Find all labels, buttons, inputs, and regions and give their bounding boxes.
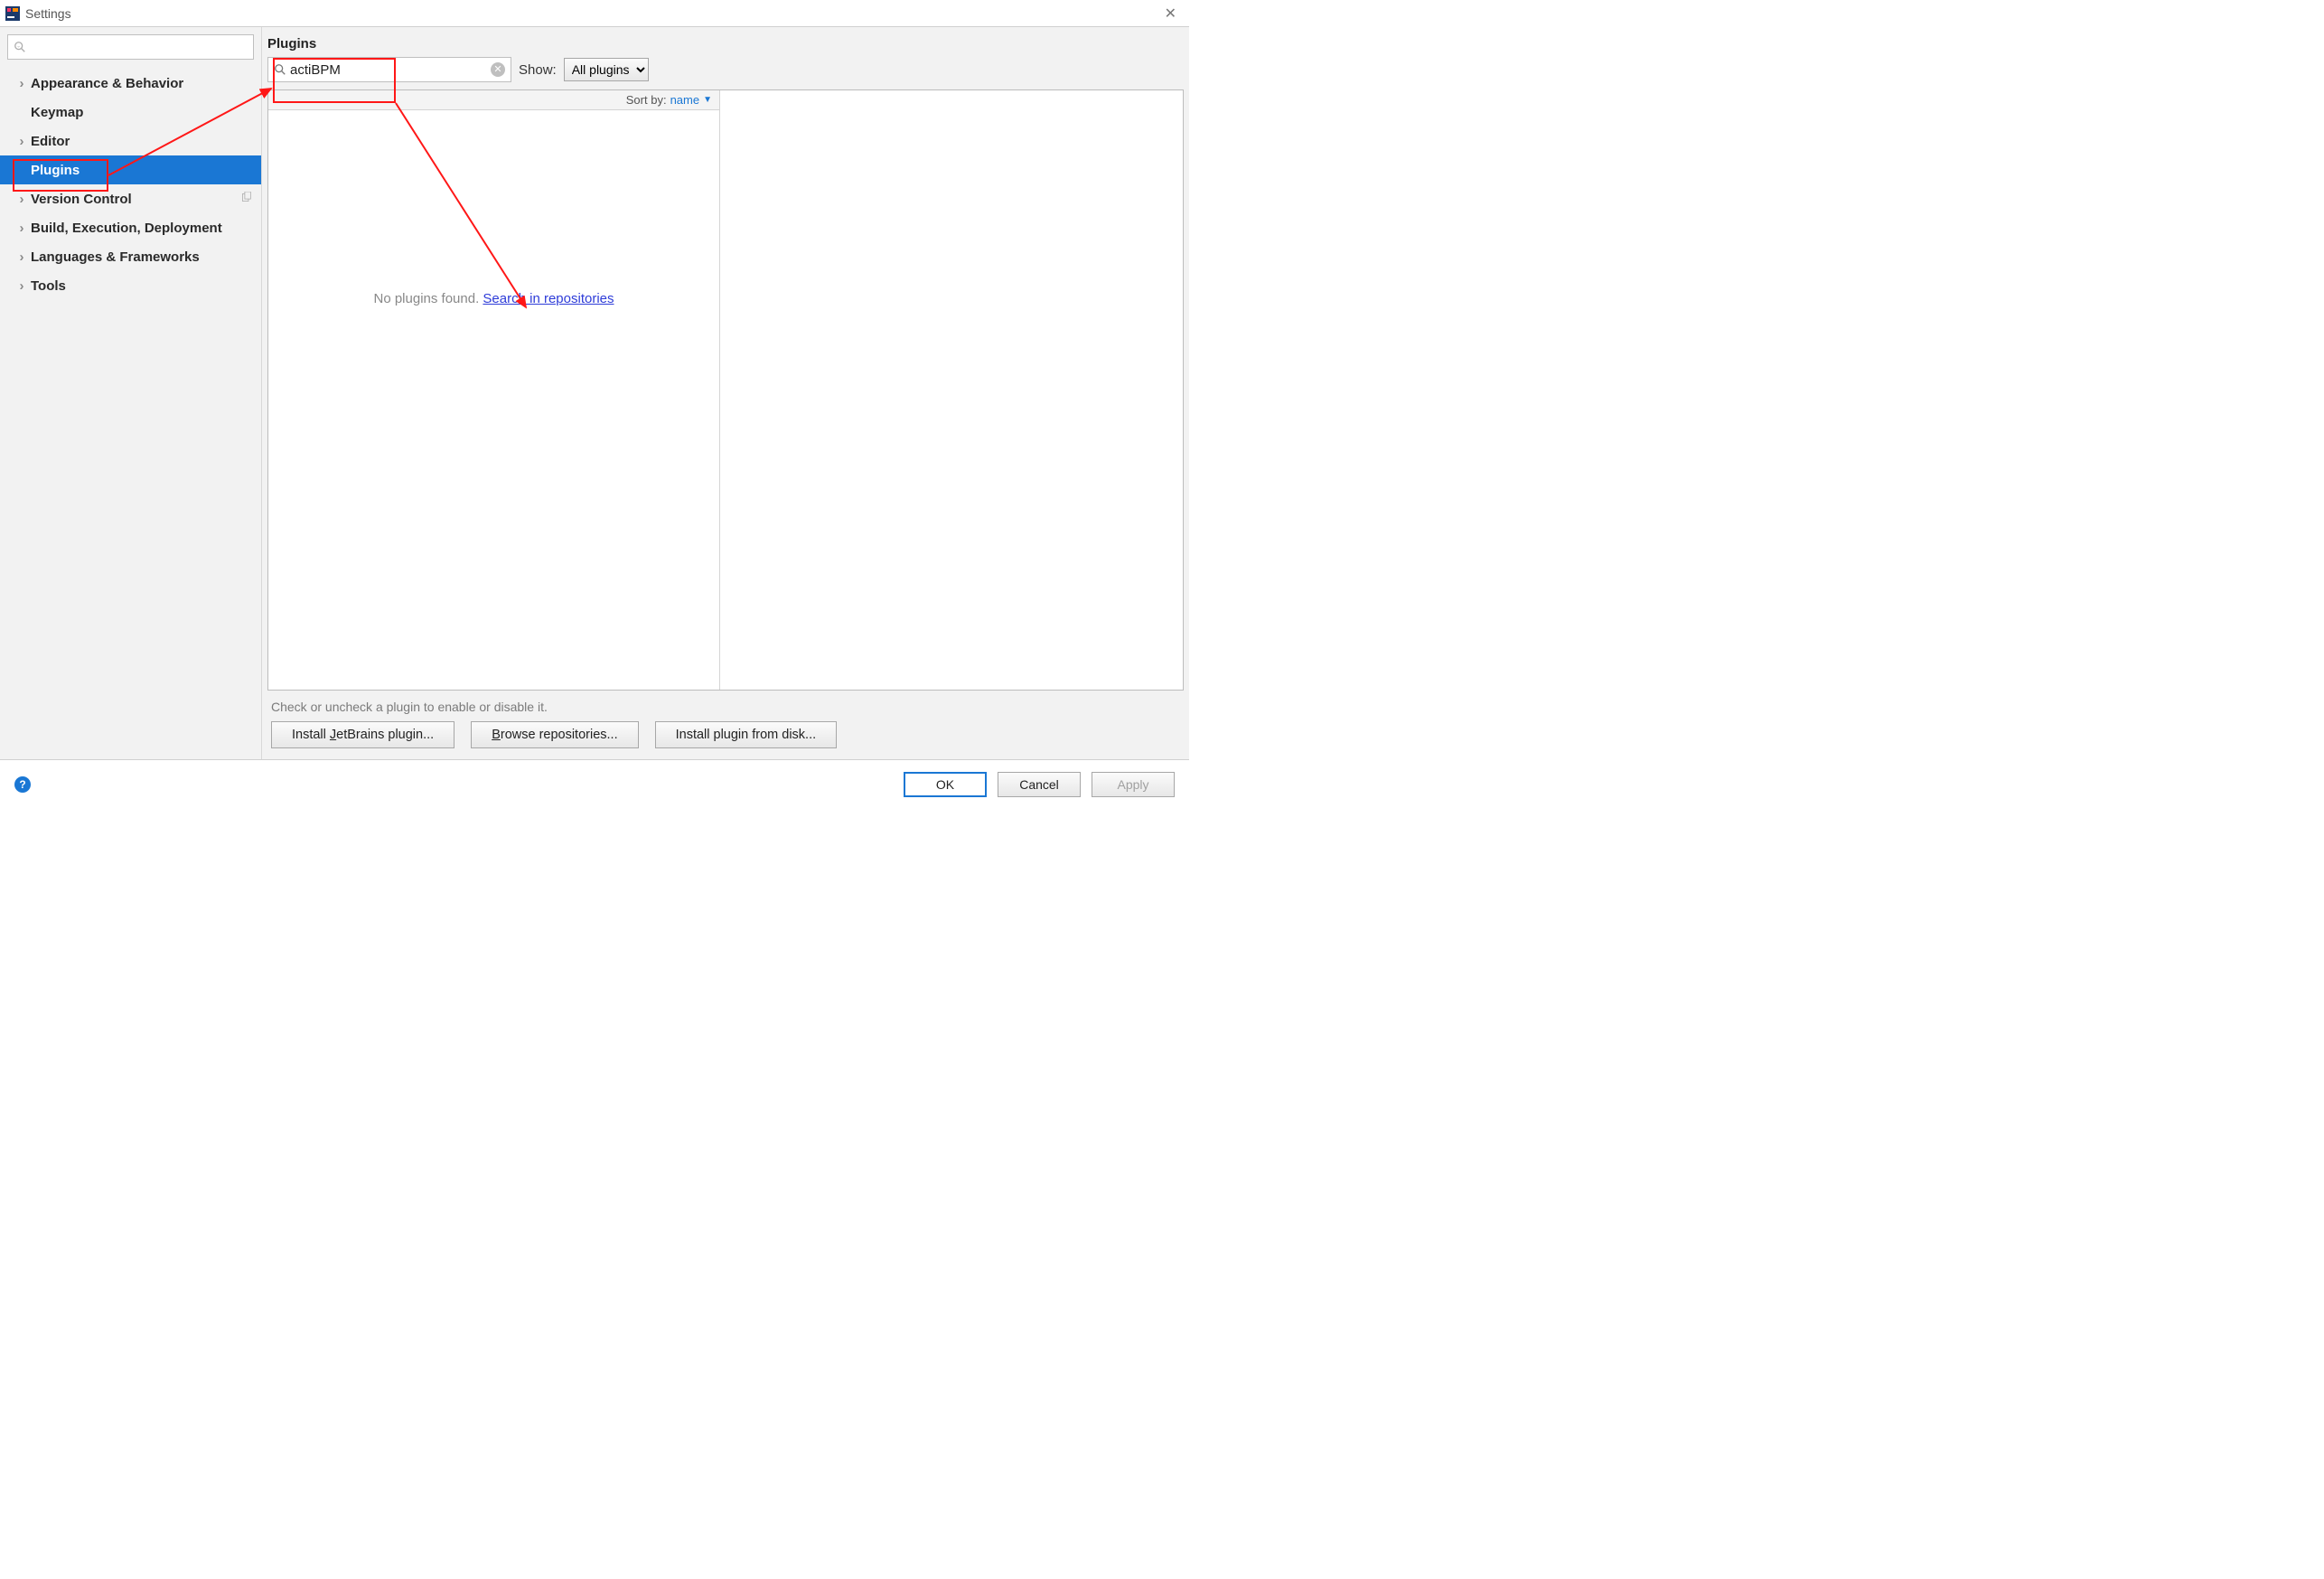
show-filter-select[interactable]: All plugins: [564, 58, 649, 81]
tree-item-label: Plugins: [31, 163, 80, 178]
search-icon: [274, 63, 286, 76]
tree-item-label: Version Control: [31, 192, 132, 207]
show-label: Show:: [519, 62, 557, 78]
plugin-search[interactable]: ✕: [267, 57, 511, 82]
window-title: Settings: [25, 6, 71, 21]
install-jetbrains-button[interactable]: Install JetBrains plugin...: [271, 721, 454, 748]
tree-item-label: Build, Execution, Deployment: [31, 221, 222, 236]
search-repositories-link[interactable]: Search in repositories: [483, 291, 614, 306]
tree-item-build[interactable]: › Build, Execution, Deployment: [0, 213, 261, 242]
tree-item-editor[interactable]: › Editor: [0, 127, 261, 155]
tree-item-keymap[interactable]: Keymap: [0, 98, 261, 127]
chevron-right-icon: ›: [16, 76, 27, 91]
dialog-footer: ? OK Cancel Apply: [0, 759, 1189, 809]
page-title: Plugins: [262, 27, 1189, 55]
plugin-search-input[interactable]: [290, 62, 491, 78]
tree-item-label: Languages & Frameworks: [31, 249, 200, 265]
plugin-list: Sort by: name ▼ No plugins found. Search…: [268, 90, 720, 690]
apply-button[interactable]: Apply: [1092, 772, 1175, 797]
chevron-right-icon: ›: [16, 278, 27, 294]
settings-main: Plugins ✕ Show: All plugins Sort by: nam…: [262, 27, 1189, 759]
tree-item-label: Tools: [31, 278, 66, 294]
settings-sidebar: › Appearance & Behavior Keymap › Editor …: [0, 27, 262, 759]
browse-repositories-button[interactable]: Browse repositories...: [471, 721, 638, 748]
tree-item-tools[interactable]: › Tools: [0, 271, 261, 300]
plugin-list-panel: Sort by: name ▼ No plugins found. Search…: [267, 89, 1184, 691]
tree-item-version-control[interactable]: › Version Control: [0, 184, 261, 213]
empty-text: No plugins found.: [374, 291, 480, 306]
sort-value: name: [670, 93, 700, 107]
tree-item-languages[interactable]: › Languages & Frameworks: [0, 242, 261, 271]
tree-item-label: Appearance & Behavior: [31, 76, 183, 91]
chevron-right-icon: ›: [16, 192, 27, 207]
tree-item-label: Keymap: [31, 105, 83, 120]
install-from-disk-button[interactable]: Install plugin from disk...: [655, 721, 838, 748]
app-icon: [5, 6, 20, 21]
chevron-right-icon: ›: [16, 249, 27, 265]
plugin-detail: [720, 90, 1183, 690]
clear-search-icon[interactable]: ✕: [491, 62, 505, 77]
titlebar: Settings ✕: [0, 0, 1189, 27]
plugins-toolbar: ✕ Show: All plugins: [262, 55, 1189, 89]
tree-item-label: Editor: [31, 134, 70, 149]
sidebar-search[interactable]: [7, 34, 254, 60]
chevron-right-icon: ›: [16, 221, 27, 236]
chevron-down-icon: ▼: [703, 95, 712, 105]
sidebar-search-input[interactable]: [30, 41, 248, 54]
search-icon: [14, 41, 26, 53]
close-icon[interactable]: ✕: [1157, 5, 1184, 23]
empty-message: No plugins found. Search in repositories: [268, 110, 719, 306]
sort-bar[interactable]: Sort by: name ▼: [268, 90, 719, 110]
ok-button[interactable]: OK: [904, 772, 987, 797]
tree-item-plugins[interactable]: Plugins: [0, 155, 261, 184]
hint-text: Check or uncheck a plugin to enable or d…: [262, 691, 1189, 721]
help-icon[interactable]: ?: [14, 776, 31, 793]
chevron-right-icon: ›: [16, 134, 27, 149]
sort-label: Sort by:: [626, 93, 667, 107]
tree-item-appearance[interactable]: › Appearance & Behavior: [0, 69, 261, 98]
settings-tree: › Appearance & Behavior Keymap › Editor …: [0, 65, 261, 300]
plugin-action-buttons: Install JetBrains plugin... Browse repos…: [262, 721, 1189, 759]
copy-icon: [240, 192, 252, 207]
cancel-button[interactable]: Cancel: [998, 772, 1081, 797]
